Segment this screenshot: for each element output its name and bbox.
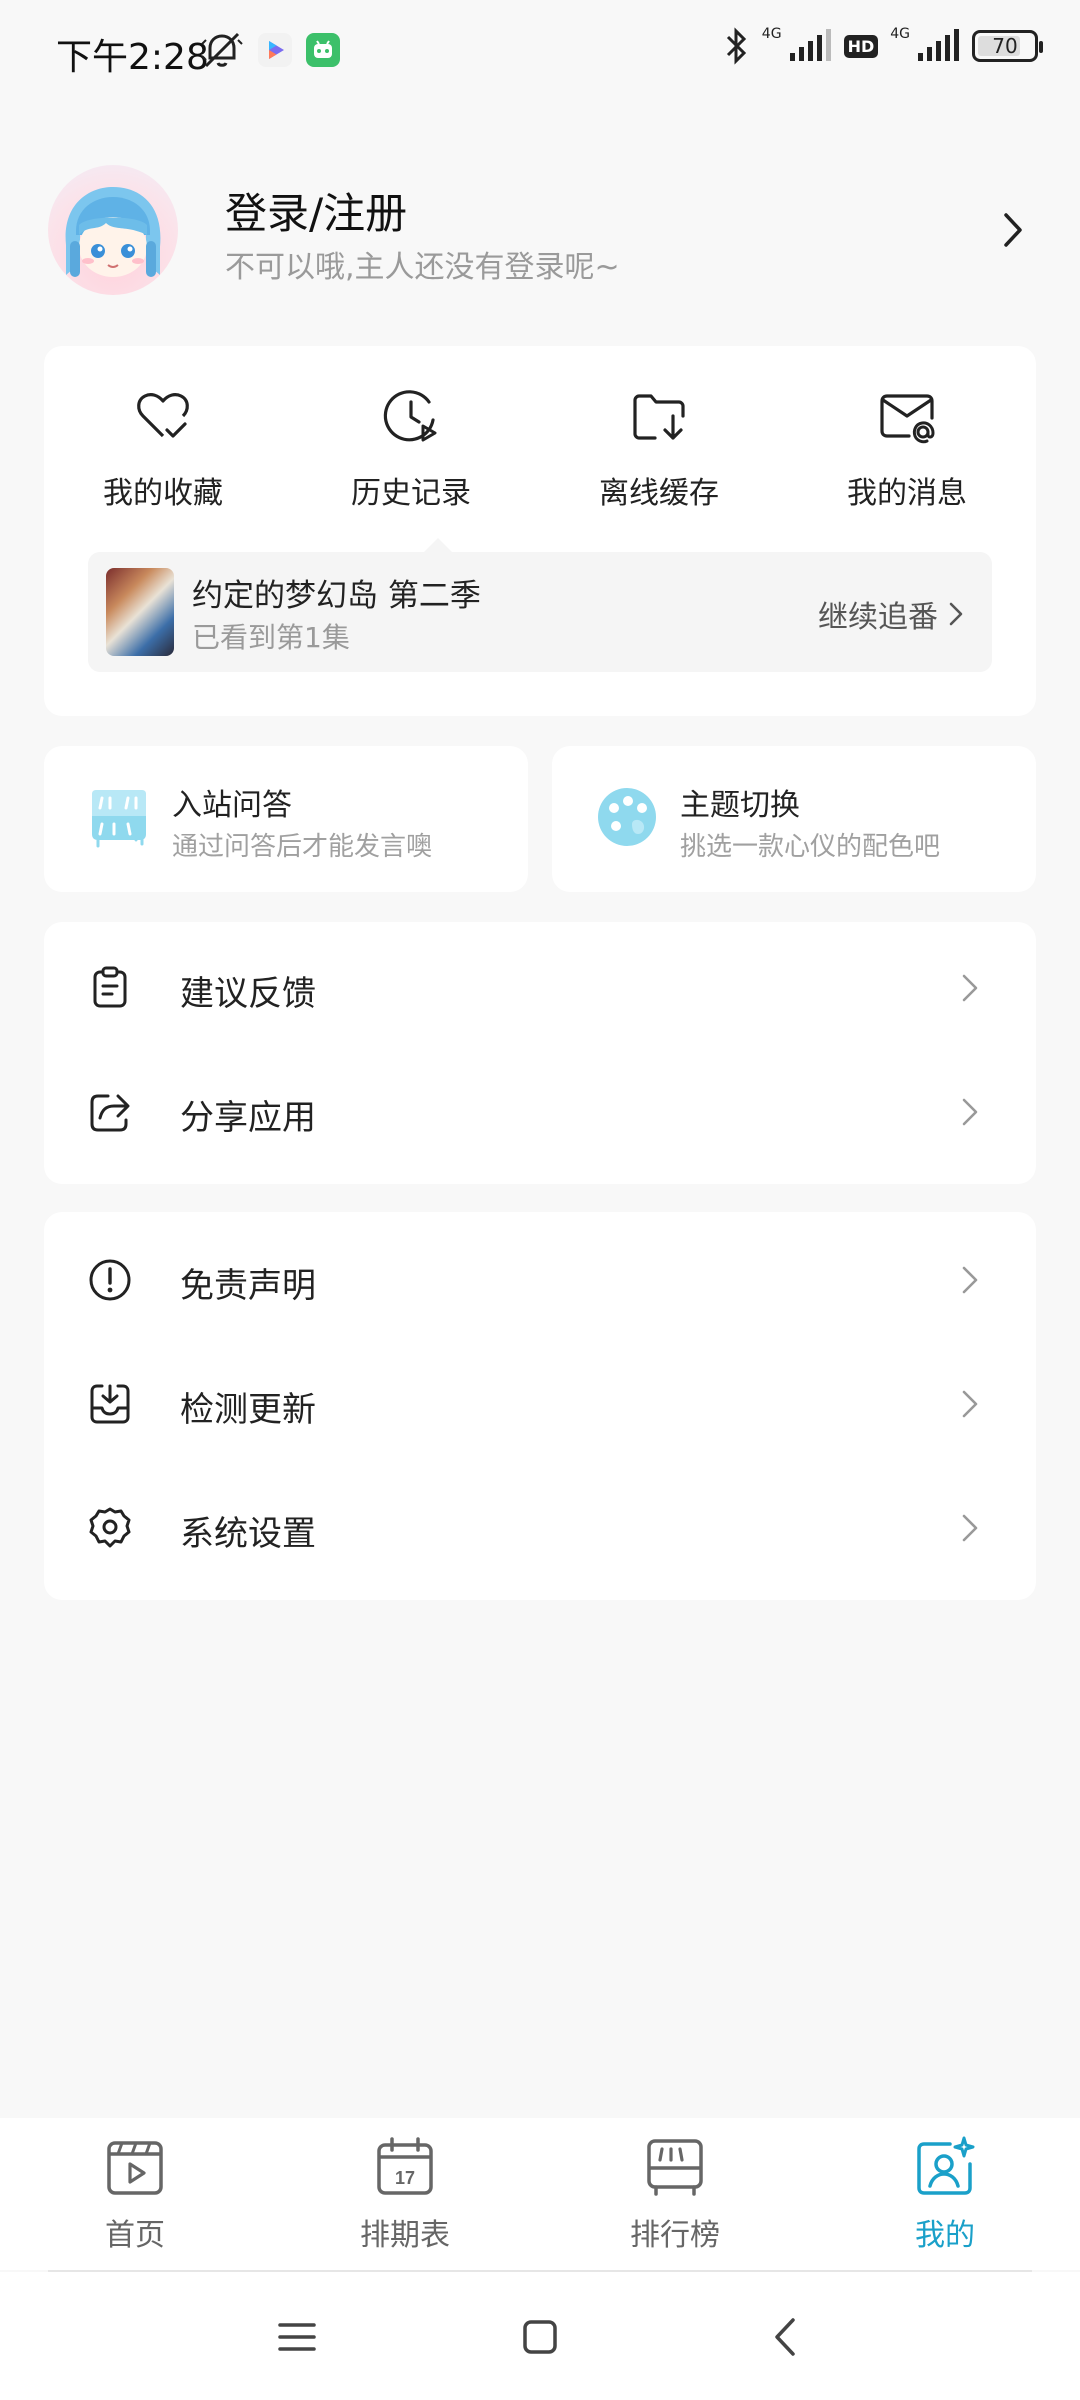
network-label-1: 4G — [761, 26, 782, 42]
quick-label: 离线缓存 — [599, 476, 719, 511]
quiz-icon — [92, 790, 146, 848]
quiz-card[interactable]: 入站问答 通过问答后才能发言噢 — [44, 746, 528, 892]
tab-ranking[interactable]: 排行榜 — [595, 2136, 755, 2254]
continue-label: 继续追番 — [818, 600, 938, 635]
chevron-right-icon — [962, 1514, 978, 1542]
signal-icon — [789, 29, 831, 61]
quick-messages[interactable]: 我的消息 — [812, 386, 1002, 512]
tab-schedule[interactable]: 17 排期表 — [325, 2136, 485, 2254]
quick-label: 历史记录 — [351, 476, 471, 511]
signal-icon-2 — [918, 29, 959, 61]
hd-badge: HD — [843, 34, 879, 58]
chevron-right-icon — [962, 1390, 978, 1418]
calendar-day: 17 — [395, 2168, 415, 2188]
palette-icon — [598, 788, 656, 846]
quick-label: 我的收藏 — [103, 476, 223, 511]
series-title: 约定的梦幻岛 第二季 — [192, 578, 481, 614]
menu-label: 分享应用 — [180, 1098, 316, 1138]
quiz-title: 入站问答 — [172, 788, 292, 823]
tab-label: 排期表 — [360, 2218, 450, 2253]
battery-icon: 70 — [972, 30, 1043, 62]
chevron-right-icon — [949, 602, 963, 626]
bluetooth-icon — [726, 27, 746, 65]
theme-card[interactable]: 主题切换 挑选一款心仪的配色吧 — [552, 746, 1036, 892]
login-profile-row[interactable]: 登录/注册 不可以哦,主人还没有登录呢~ — [48, 160, 1032, 300]
menu-icon[interactable] — [272, 2312, 322, 2362]
theme-title: 主题切换 — [680, 788, 800, 823]
system-navigation-bar — [0, 2272, 1080, 2400]
tab-label: 我的 — [915, 2218, 975, 2253]
chevron-right-icon — [962, 1098, 978, 1126]
clipboard-icon — [93, 966, 127, 1008]
back-icon[interactable] — [763, 2312, 813, 2362]
login-register-title[interactable]: 登录/注册 — [225, 180, 407, 241]
network-label-2: 4G — [890, 26, 910, 42]
quiz-subtitle: 通过问答后才能发言噢 — [172, 832, 433, 862]
quick-actions-card: 我的收藏 历史记录 离线缓存 我的消息 约定的梦幻岛 第二季 已看到第1集 继续… — [44, 346, 1036, 716]
menu-feedback[interactable]: 建议反馈 — [44, 926, 1036, 1050]
chevron-right-icon — [962, 1266, 978, 1294]
tab-label: 排行榜 — [630, 2218, 720, 2253]
menu-group-1: 建议反馈 分享应用 — [44, 922, 1036, 1184]
menu-label: 系统设置 — [180, 1514, 316, 1554]
bottom-nav: 首页 17 排期表 排行榜 我的 — [0, 2118, 1080, 2270]
avatar[interactable] — [48, 165, 178, 295]
chevron-right-icon[interactable] — [992, 205, 1032, 255]
video-app-icon — [258, 33, 292, 67]
login-hint: 不可以哦,主人还没有登录呢~ — [225, 250, 620, 285]
mail-at-icon — [880, 394, 935, 444]
share-icon — [90, 1094, 130, 1132]
status-bar: 下午2:28 4G HD 4G 70 — [0, 0, 1080, 105]
heart-check-icon — [137, 393, 189, 438]
chevron-right-icon — [962, 974, 978, 1002]
tab-home[interactable]: 首页 — [55, 2136, 215, 2254]
menu-disclaimer[interactable]: 免责声明 — [44, 1218, 1036, 1342]
home-play-icon — [107, 2141, 163, 2195]
menu-settings[interactable]: 系统设置 — [44, 1466, 1036, 1590]
folder-download-icon — [633, 394, 685, 440]
menu-check-update[interactable]: 检测更新 — [44, 1342, 1036, 1466]
menu-group-2: 免责声明 检测更新 系统设置 — [44, 1212, 1036, 1600]
quick-history[interactable]: 历史记录 — [316, 386, 506, 512]
menu-label: 免责声明 — [180, 1266, 316, 1306]
android-app-icon — [306, 33, 340, 67]
battery-level: 70 — [992, 34, 1018, 58]
watch-progress: 已看到第1集 — [192, 621, 350, 654]
quick-favorites[interactable]: 我的收藏 — [68, 386, 258, 512]
profile-sparkle-icon — [917, 2136, 975, 2195]
menu-label: 建议反馈 — [180, 974, 316, 1014]
quick-label: 我的消息 — [847, 476, 967, 511]
status-left-icons — [200, 30, 340, 70]
quick-offline-cache[interactable]: 离线缓存 — [564, 386, 754, 512]
tab-label: 首页 — [105, 2218, 165, 2253]
download-tray-icon — [90, 1384, 130, 1424]
alert-circle-icon — [89, 1259, 131, 1301]
mute-bell-icon — [201, 32, 243, 68]
theme-subtitle: 挑选一款心仪的配色吧 — [680, 832, 941, 862]
menu-share[interactable]: 分享应用 — [44, 1050, 1036, 1174]
status-time: 下午2:28 — [56, 37, 209, 78]
calendar-icon: 17 — [377, 2137, 433, 2195]
continue-watching-bar[interactable]: 约定的梦幻岛 第二季 已看到第1集 继续追番 — [88, 538, 992, 672]
continue-watching-button[interactable]: 继续追番 — [818, 592, 964, 636]
menu-label: 检测更新 — [180, 1390, 316, 1430]
anime-cover[interactable] — [106, 568, 174, 656]
status-right: 4G HD 4G 70 — [724, 26, 1043, 66]
gear-icon — [89, 1507, 131, 1548]
tab-mine[interactable]: 我的 — [865, 2136, 1025, 2254]
ranking-icon — [647, 2139, 703, 2196]
clock-play-icon — [383, 390, 437, 442]
home-square-icon[interactable] — [515, 2312, 565, 2362]
